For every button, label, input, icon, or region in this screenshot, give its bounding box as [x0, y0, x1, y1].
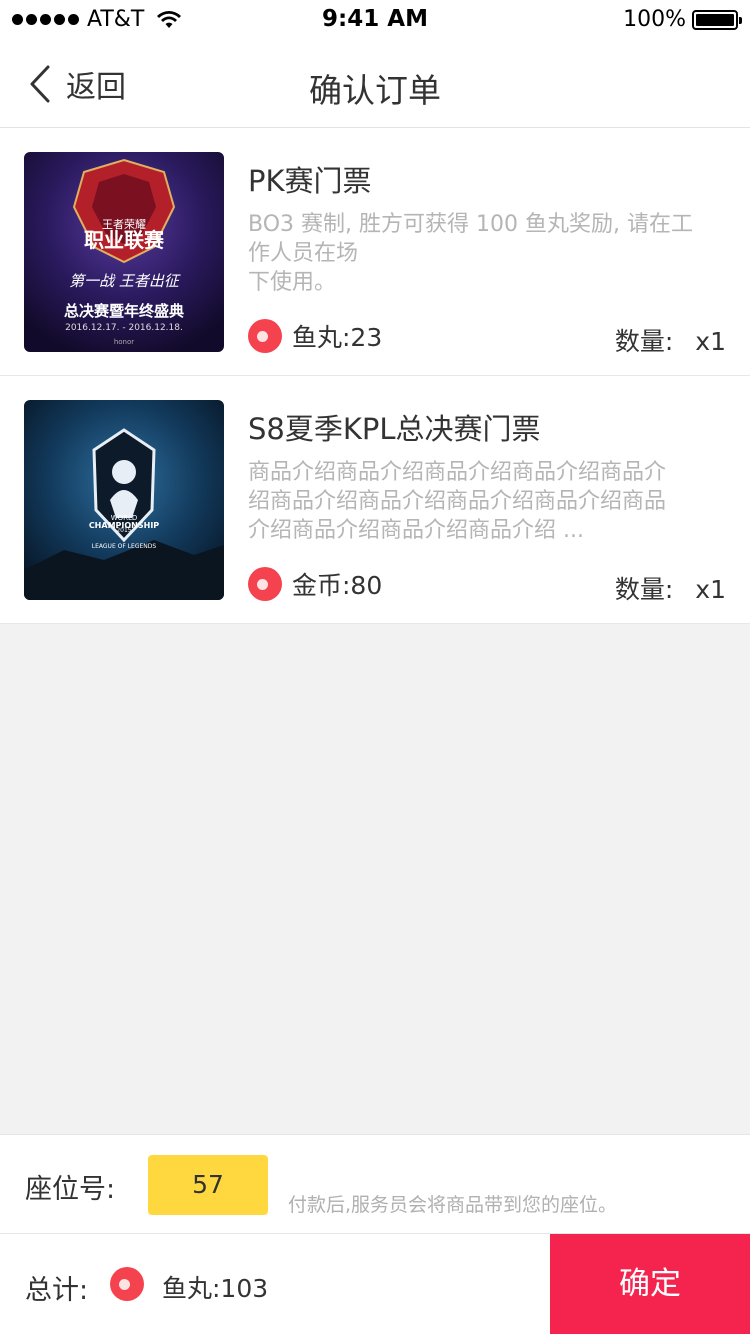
product-quantity: 数量: x1 — [615, 570, 726, 606]
image-caption-line2: 总决赛暨年终盛典 — [64, 302, 184, 320]
quantity-value: x1 — [695, 575, 726, 604]
coin-icon — [110, 1267, 144, 1301]
product-description-line: 作人员在场 — [248, 241, 359, 266]
product-name: S8夏季KPL总决赛门票 — [248, 412, 541, 446]
battery-icon — [692, 9, 742, 30]
product-description-line: 商品介绍商品介绍商品介绍商品介绍商品介 — [248, 460, 667, 485]
product-price: 金币:80 — [248, 566, 382, 602]
product-description: 商品介绍商品介绍商品介绍商品介绍商品介 绍商品介绍商品介绍商品介绍商品介绍商品 … — [248, 458, 726, 545]
coin-icon — [248, 567, 282, 601]
total-label: 总计: — [25, 1275, 89, 1306]
product-price: 鱼丸:23 — [248, 318, 382, 354]
product-description: BO3 赛制, 胜方可获得 100 鱼丸奖励, 请在工 作人员在场 下使用。 — [248, 210, 726, 297]
product-image: 2015 WORLD CHAMPIONSHIP LEAGUE OF LEGEND… — [24, 400, 224, 600]
page-title: 确认订单 — [309, 71, 441, 110]
product-name: PK赛门票 — [248, 164, 372, 198]
list-item[interactable]: 2015 WORLD CHAMPIONSHIP LEAGUE OF LEGEND… — [0, 376, 750, 624]
image-caption-dates: 2016.12.17. - 2016.12.18. — [65, 323, 183, 333]
image-caption-brand: honor — [114, 338, 134, 346]
nav-bar: 返回 确认订单 — [0, 40, 750, 128]
status-right: 100% — [623, 7, 742, 32]
price-label: 金币:80 — [292, 571, 383, 600]
seat-hint: 付款后,服务员会将商品带到您的座位。 — [288, 1194, 618, 1216]
product-description-line: BO3 赛制, 胜方可获得 100 鱼丸奖励, 请在工 — [248, 212, 693, 237]
image-caption-title: 职业联赛 — [84, 228, 165, 252]
product-quantity: 数量: x1 — [615, 322, 726, 358]
image-caption-line1: 第一战 王者出征 — [69, 272, 181, 290]
seat-number-field[interactable]: 57 — [148, 1155, 268, 1215]
list-item[interactable]: 王者荣耀 职业联赛 第一战 王者出征 总决赛暨年终盛典 2016.12.17. … — [0, 128, 750, 376]
quantity-label: 数量: — [614, 575, 674, 604]
image-caption-title: CHAMPIONSHIP — [89, 521, 159, 530]
total-row: 总计: 鱼丸:103 确定 — [0, 1234, 750, 1334]
product-description-line: 绍商品介绍商品介绍商品介绍商品介绍商品 — [248, 489, 667, 514]
seat-label: 座位号: — [25, 1174, 116, 1205]
product-image: 王者荣耀 职业联赛 第一战 王者出征 总决赛暨年终盛典 2016.12.17. … — [24, 152, 224, 352]
total-value: 鱼丸:103 — [162, 1274, 269, 1303]
product-list: 王者荣耀 职业联赛 第一战 王者出征 总决赛暨年终盛典 2016.12.17. … — [0, 128, 750, 624]
price-label: 鱼丸:23 — [292, 323, 383, 352]
coin-icon — [248, 319, 282, 353]
seat-row: 座位号: 57 付款后,服务员会将商品带到您的座位。 — [0, 1134, 750, 1234]
image-caption-sub: LEAGUE OF LEGENDS — [92, 543, 157, 550]
battery-percent: 100% — [623, 7, 686, 32]
product-description-line: 下使用。 — [248, 270, 337, 295]
quantity-label: 数量: — [614, 327, 674, 356]
quantity-value: x1 — [695, 327, 726, 356]
product-description-line: 介绍商品介绍商品介绍商品介绍 ... — [248, 518, 584, 543]
status-bar: AT&T 9:41 AM 100% — [0, 0, 750, 40]
confirm-button[interactable]: 确定 — [550, 1234, 750, 1334]
